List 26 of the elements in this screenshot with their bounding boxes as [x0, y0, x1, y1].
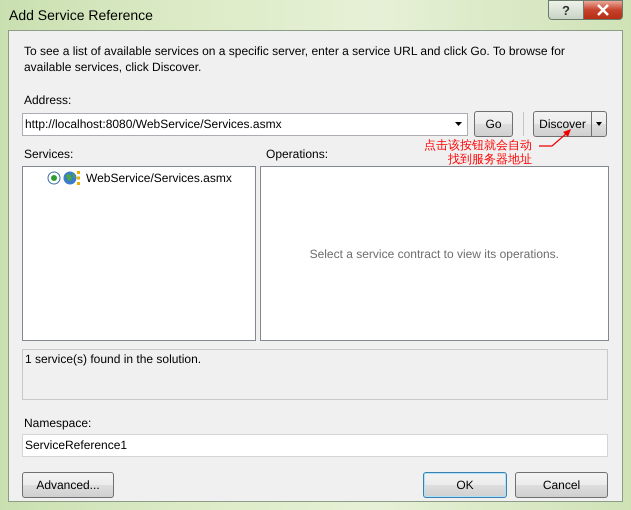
- dropdown-arrow-icon: [595, 121, 603, 127]
- cancel-button[interactable]: Cancel: [515, 472, 608, 498]
- globe-service-icon: [63, 170, 81, 186]
- help-button[interactable]: ?: [548, 0, 583, 20]
- close-icon: [596, 4, 610, 16]
- go-button[interactable]: Go: [474, 111, 513, 137]
- window-title: Add Service Reference: [9, 7, 154, 23]
- advanced-button[interactable]: Advanced...: [22, 472, 114, 498]
- services-tree[interactable]: WebService/Services.asmx: [22, 166, 256, 341]
- discover-split-button[interactable]: Discover: [533, 111, 607, 137]
- radio-button[interactable]: [47, 171, 61, 185]
- instructions-text: To see a list of available services on a specific server, enter a service URL and click Go. To browse for available services, click Discover.: [24, 43, 566, 75]
- operations-label: Operations:: [266, 147, 328, 161]
- annotation-line: 点击该按钮就会自动: [424, 138, 532, 152]
- tree-item-label[interactable]: WebService/Services.asmx: [86, 171, 232, 185]
- status-text: 1 service(s) found in the solution.: [22, 349, 608, 400]
- services-label: Services:: [24, 147, 74, 161]
- namespace-label: Namespace:: [24, 416, 92, 430]
- annotation-arrow: [539, 129, 571, 147]
- address-label: Address:: [24, 93, 72, 107]
- close-button[interactable]: [583, 0, 623, 20]
- namespace-field[interactable]: ServiceReference1: [22, 434, 608, 457]
- address-combobox[interactable]: http://localhost:8080/WebService/Services.asmx: [22, 112, 468, 136]
- empty-message: Select a service contract to view its operations.: [310, 246, 560, 260]
- annotation-line: 找到服务器地址: [447, 152, 532, 166]
- ok-button[interactable]: OK: [423, 472, 507, 498]
